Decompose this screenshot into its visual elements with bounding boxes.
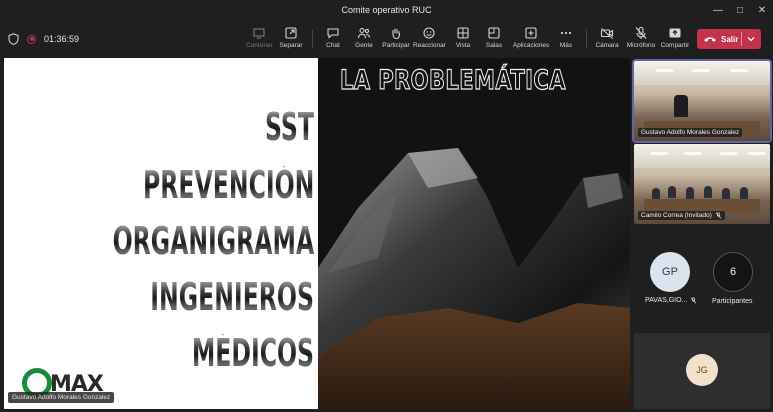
meeting-toolbar: 01:36:59 Contener Separar Chat Gente Par…: [0, 22, 773, 57]
slide-word: MÉDICOS: [191, 331, 314, 375]
more-button[interactable]: Más: [555, 26, 577, 56]
popout-icon: [285, 27, 297, 39]
toolbar-divider: [312, 30, 313, 48]
presenter-name-tag: Gustavo Adolfo Morales Gonzalez: [8, 392, 115, 403]
rooms-button[interactable]: Salas: [482, 26, 506, 56]
share-button[interactable]: Compartir: [659, 26, 691, 56]
chat-icon: [327, 28, 339, 39]
participant-name: PAVAS,GIO...: [645, 297, 697, 304]
close-icon[interactable]: ✕: [755, 4, 769, 18]
participant-name-tag: Gustavo Adolfo Morales Gonzalez: [638, 128, 743, 137]
participant-count-label: Participantes: [712, 298, 753, 305]
shared-screen: SST PREVENCIÓN ORGANIGRAMA INGENIEROS MÉ…: [4, 58, 630, 409]
participant-tile[interactable]: JG: [634, 333, 770, 409]
leave-label: Salir: [721, 34, 739, 44]
share-icon: [669, 28, 681, 38]
view-icon: [457, 27, 469, 39]
camera-off-icon: [600, 28, 614, 39]
slide-word: INGENIEROS: [150, 275, 314, 319]
slide-word: SST: [265, 105, 314, 149]
participant-video-tile[interactable]: Camilo Correa (Invitado): [634, 144, 770, 224]
phone-hangup-icon: [704, 37, 716, 42]
slide-word: ORGANIGRAMA: [112, 219, 314, 263]
toolbar-divider: [586, 30, 587, 48]
rooms-icon: [488, 27, 500, 39]
leave-button[interactable]: Salir: [697, 29, 761, 49]
mic-off-icon: [715, 212, 722, 219]
chevron-down-icon[interactable]: [745, 33, 757, 45]
meeting-info: 01:36:59: [8, 32, 79, 46]
view-button[interactable]: Vista: [451, 26, 475, 56]
mic-off-icon: [691, 297, 697, 304]
slide-title: LA PROBLEMÁTICA: [340, 64, 566, 96]
meeting-timer: 01:36:59: [44, 34, 80, 44]
react-icon: [423, 27, 435, 39]
chat-button[interactable]: Chat: [320, 26, 346, 56]
recording-icon: [27, 34, 36, 44]
contain-icon: [253, 28, 265, 39]
apps-icon: [525, 27, 537, 39]
participant-video-tile[interactable]: Gustavo Adolfo Morales Gonzalez: [632, 59, 772, 143]
minimize-icon[interactable]: —: [711, 4, 725, 18]
participant-name-tag: Camilo Correa (Invitado): [638, 211, 725, 220]
mic-button[interactable]: Micrófono: [625, 26, 657, 56]
mic-off-icon: [635, 26, 647, 39]
slide-text-panel: SST PREVENCIÓN ORGANIGRAMA INGENIEROS MÉ…: [4, 58, 318, 409]
participant-avatar: JG: [686, 354, 718, 386]
gear-image: [318, 58, 630, 409]
popout-button[interactable]: Separar: [278, 26, 304, 56]
maximize-icon[interactable]: □: [733, 4, 747, 18]
slide-image-panel: LA PROBLEMÁTICA: [318, 58, 630, 409]
camera-button[interactable]: Cámara: [594, 26, 620, 56]
people-icon: [357, 27, 371, 39]
people-button[interactable]: Gente: [350, 26, 378, 56]
apps-button[interactable]: Aplicaciones: [511, 26, 551, 56]
shield-icon[interactable]: [8, 33, 19, 45]
participant-count-badge[interactable]: 6: [713, 252, 753, 292]
slide-word: PREVENCIÓN: [142, 163, 314, 207]
contain-button[interactable]: Contener: [246, 26, 273, 56]
title-bar: Comite operativo RUC — □ ✕: [0, 0, 773, 22]
raise-hand-icon: [392, 28, 401, 40]
react-button[interactable]: Reaccionar: [413, 26, 446, 56]
raise-hand-button[interactable]: Participar: [381, 26, 411, 56]
participant-avatar[interactable]: GP: [650, 252, 690, 292]
window-title: Comite operativo RUC: [341, 5, 432, 15]
more-icon: [560, 31, 572, 35]
